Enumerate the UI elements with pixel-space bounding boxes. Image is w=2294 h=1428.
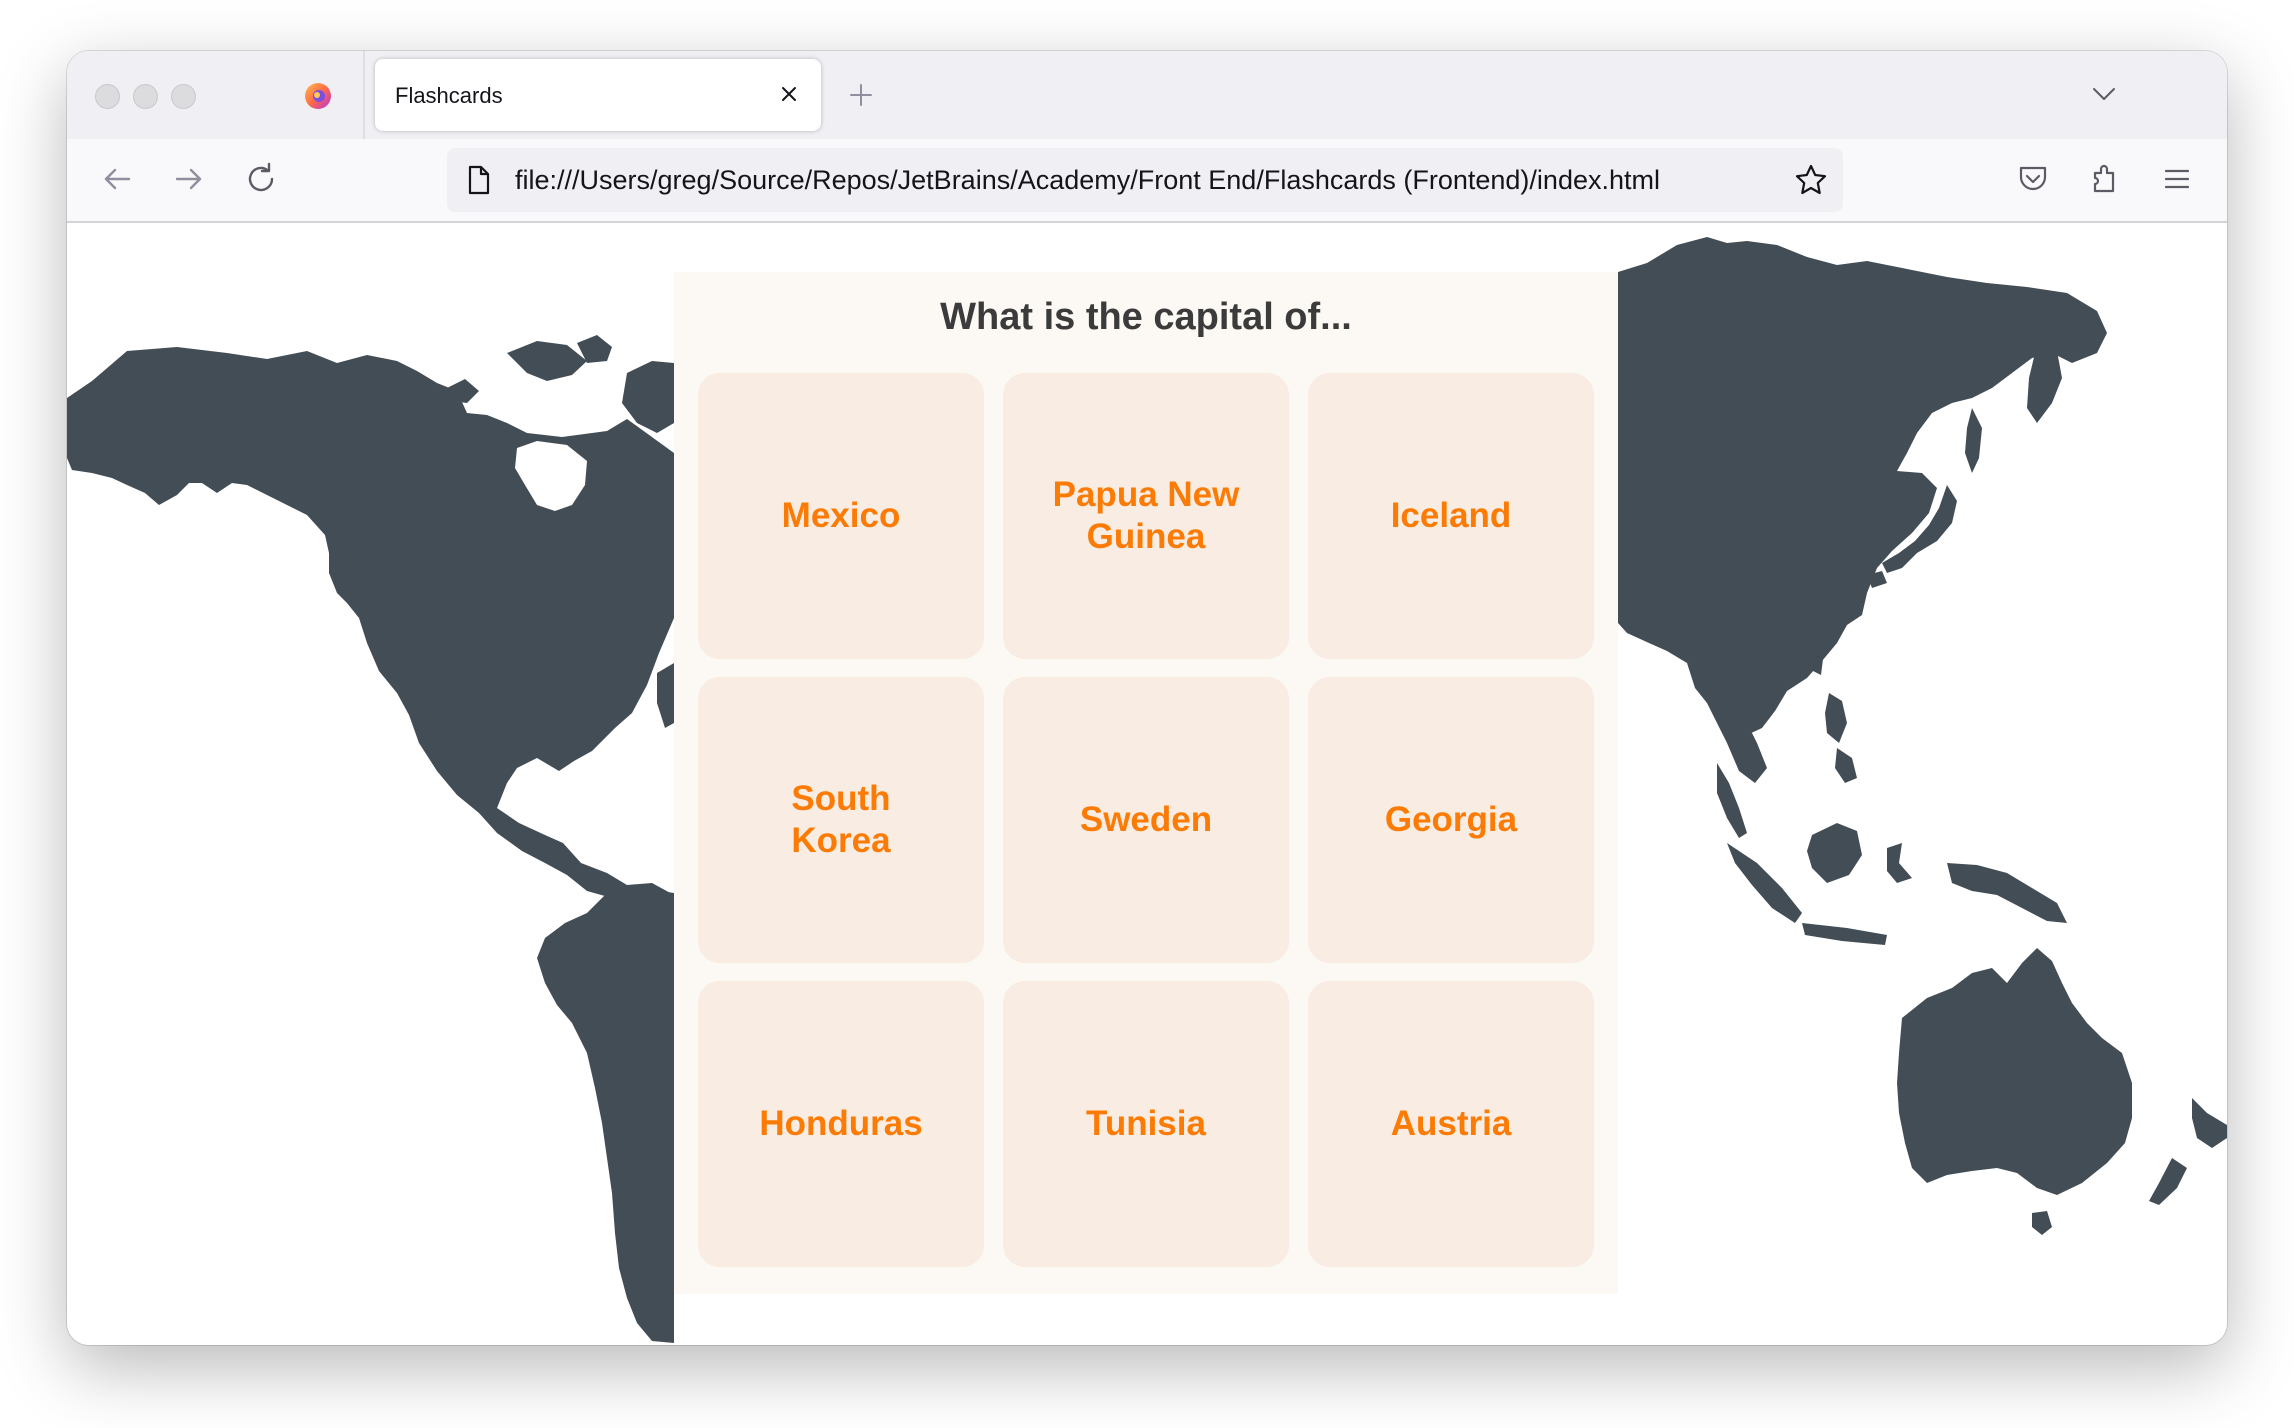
question-title: What is the capital of...	[940, 296, 1352, 338]
flashcard[interactable]: Papua New Guinea	[1003, 373, 1289, 659]
flashcard[interactable]: Mexico	[698, 373, 984, 659]
close-window-button[interactable]	[95, 84, 120, 109]
flashcard-country: Papua New Guinea	[1052, 475, 1240, 556]
url-text[interactable]: file:///Users/greg/Source/Repos/JetBrain…	[515, 165, 1660, 196]
flashcard[interactable]: South Korea	[698, 677, 984, 963]
eurasia-shape	[1618, 237, 2107, 735]
flashcard[interactable]: Tunisia	[1003, 981, 1289, 1267]
flashcard-country: Austria	[1390, 1104, 1512, 1143]
flashcard-country: Georgia	[1384, 800, 1518, 839]
flashcards-panel: What is the capital of... Mexico Papua N…	[674, 272, 1618, 1294]
back-arrow-icon[interactable]	[97, 159, 137, 199]
flashcard-country: Sweden	[1079, 800, 1213, 839]
address-bar[interactable]: file:///Users/greg/Source/Repos/JetBrain…	[447, 148, 1843, 212]
flashcard-country: Mexico	[781, 496, 901, 535]
new-tab-icon[interactable]	[845, 79, 877, 111]
north-america-shape	[67, 347, 674, 923]
flashcard[interactable]: Honduras	[698, 981, 984, 1267]
flashcard-country: Tunisia	[1086, 1104, 1206, 1143]
flashcards-grid: Mexico Papua New Guinea Iceland South Ko…	[698, 373, 1594, 1267]
tab-flashcards[interactable]: Flashcards	[375, 59, 821, 131]
flashcard-country: Honduras	[759, 1104, 923, 1143]
flashcard-country: South Korea	[791, 779, 891, 860]
flashcard-country: Iceland	[1390, 496, 1512, 535]
close-tab-icon[interactable]	[777, 82, 801, 106]
forward-arrow-icon[interactable]	[169, 159, 209, 199]
firefox-view-icon[interactable]	[303, 81, 333, 111]
menu-hamburger-icon[interactable]	[2157, 159, 2197, 199]
page-viewport: What is the capital of... Mexico Papua N…	[67, 223, 2227, 1345]
south-america-shape	[537, 888, 674, 1343]
flashcard[interactable]: Iceland	[1308, 373, 1594, 659]
browser-window: Flashcards file:///Users/greg/Source/Rep…	[67, 51, 2227, 1345]
navigation-toolbar: file:///Users/greg/Source/Repos/JetBrain…	[67, 139, 2227, 223]
zoom-window-button[interactable]	[171, 84, 196, 109]
australia-shape	[1897, 948, 2132, 1195]
bookmark-star-icon[interactable]	[1793, 162, 1829, 198]
extensions-puzzle-icon[interactable]	[2085, 159, 2125, 199]
tab-separator	[363, 51, 365, 139]
tab-title: Flashcards	[395, 83, 503, 108]
reload-icon[interactable]	[241, 159, 281, 199]
chevron-down-icon[interactable]	[2089, 79, 2119, 109]
flashcard[interactable]: Georgia	[1308, 677, 1594, 963]
page-icon	[468, 165, 490, 195]
tab-bar: Flashcards	[67, 51, 2227, 139]
flashcard[interactable]: Sweden	[1003, 677, 1289, 963]
pocket-icon[interactable]	[2013, 159, 2053, 199]
flashcard[interactable]: Austria	[1308, 981, 1594, 1267]
minimize-window-button[interactable]	[133, 84, 158, 109]
